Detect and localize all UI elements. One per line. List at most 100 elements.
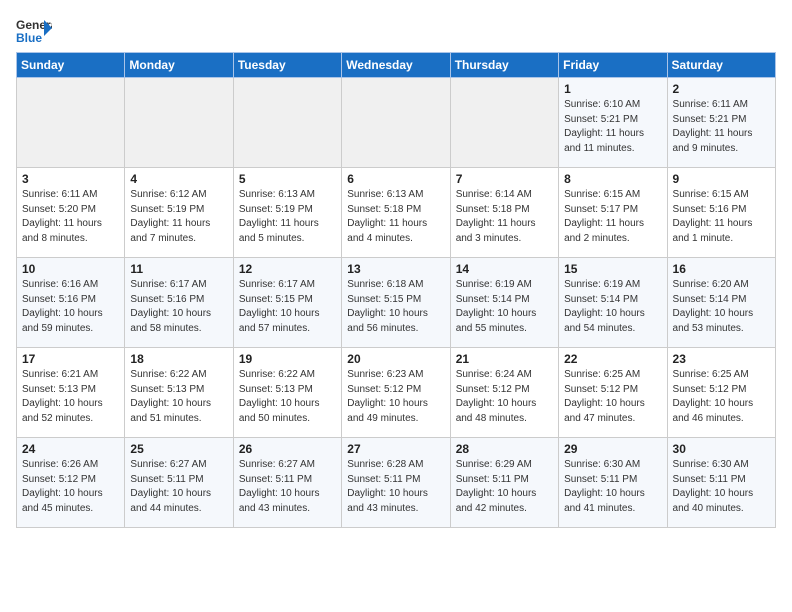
daylight-text: Daylight: 10 hours and 41 minutes. xyxy=(564,488,645,514)
daylight-text: Daylight: 11 hours and 11 minutes. xyxy=(564,128,644,154)
calendar-day-cell: 26 Sunrise: 6:27 AM Sunset: 5:11 PM Dayl… xyxy=(233,438,341,528)
weekday-header: Sunday xyxy=(17,53,125,78)
sunset-text: Sunset: 5:12 PM xyxy=(673,384,747,395)
daylight-text: Daylight: 11 hours and 4 minutes. xyxy=(347,218,427,244)
sunset-text: Sunset: 5:16 PM xyxy=(130,294,204,305)
day-info: Sunrise: 6:25 AM Sunset: 5:12 PM Dayligh… xyxy=(673,368,771,426)
day-number: 17 xyxy=(22,352,120,366)
day-number: 12 xyxy=(239,262,337,276)
sunset-text: Sunset: 5:15 PM xyxy=(347,294,421,305)
sunset-text: Sunset: 5:20 PM xyxy=(22,204,96,215)
calendar-day-cell: 7 Sunrise: 6:14 AM Sunset: 5:18 PM Dayli… xyxy=(450,168,558,258)
daylight-text: Daylight: 11 hours and 3 minutes. xyxy=(456,218,536,244)
day-info: Sunrise: 6:23 AM Sunset: 5:12 PM Dayligh… xyxy=(347,368,445,426)
day-number: 4 xyxy=(130,172,228,186)
calendar-day-cell: 30 Sunrise: 6:30 AM Sunset: 5:11 PM Dayl… xyxy=(667,438,775,528)
daylight-text: Daylight: 10 hours and 50 minutes. xyxy=(239,398,320,424)
sunrise-text: Sunrise: 6:19 AM xyxy=(564,279,640,290)
daylight-text: Daylight: 10 hours and 57 minutes. xyxy=(239,308,320,334)
sunset-text: Sunset: 5:13 PM xyxy=(22,384,96,395)
day-info: Sunrise: 6:15 AM Sunset: 5:16 PM Dayligh… xyxy=(673,188,771,246)
sunrise-text: Sunrise: 6:16 AM xyxy=(22,279,98,290)
sunrise-text: Sunrise: 6:25 AM xyxy=(564,369,640,380)
weekday-header: Friday xyxy=(559,53,667,78)
day-number: 26 xyxy=(239,442,337,456)
day-number: 5 xyxy=(239,172,337,186)
sunset-text: Sunset: 5:18 PM xyxy=(456,204,530,215)
sunrise-text: Sunrise: 6:27 AM xyxy=(130,459,206,470)
daylight-text: Daylight: 11 hours and 9 minutes. xyxy=(673,128,753,154)
day-info: Sunrise: 6:27 AM Sunset: 5:11 PM Dayligh… xyxy=(239,458,337,516)
day-number: 9 xyxy=(673,172,771,186)
calendar-day-cell: 24 Sunrise: 6:26 AM Sunset: 5:12 PM Dayl… xyxy=(17,438,125,528)
day-number: 22 xyxy=(564,352,662,366)
sunrise-text: Sunrise: 6:24 AM xyxy=(456,369,532,380)
daylight-text: Daylight: 10 hours and 52 minutes. xyxy=(22,398,103,424)
day-info: Sunrise: 6:11 AM Sunset: 5:20 PM Dayligh… xyxy=(22,188,120,246)
day-info: Sunrise: 6:30 AM Sunset: 5:11 PM Dayligh… xyxy=(564,458,662,516)
sunset-text: Sunset: 5:17 PM xyxy=(564,204,638,215)
day-info: Sunrise: 6:19 AM Sunset: 5:14 PM Dayligh… xyxy=(564,278,662,336)
daylight-text: Daylight: 11 hours and 1 minute. xyxy=(673,218,753,244)
daylight-text: Daylight: 10 hours and 53 minutes. xyxy=(673,308,754,334)
calendar-day-cell xyxy=(450,78,558,168)
calendar-day-cell: 13 Sunrise: 6:18 AM Sunset: 5:15 PM Dayl… xyxy=(342,258,450,348)
daylight-text: Daylight: 11 hours and 5 minutes. xyxy=(239,218,319,244)
sunset-text: Sunset: 5:11 PM xyxy=(673,474,746,485)
weekday-header-row: SundayMondayTuesdayWednesdayThursdayFrid… xyxy=(17,53,776,78)
weekday-header: Wednesday xyxy=(342,53,450,78)
sunrise-text: Sunrise: 6:25 AM xyxy=(673,369,749,380)
calendar-day-cell: 6 Sunrise: 6:13 AM Sunset: 5:18 PM Dayli… xyxy=(342,168,450,258)
day-number: 29 xyxy=(564,442,662,456)
calendar-day-cell: 11 Sunrise: 6:17 AM Sunset: 5:16 PM Dayl… xyxy=(125,258,233,348)
sunrise-text: Sunrise: 6:20 AM xyxy=(673,279,749,290)
calendar-day-cell: 19 Sunrise: 6:22 AM Sunset: 5:13 PM Dayl… xyxy=(233,348,341,438)
daylight-text: Daylight: 10 hours and 54 minutes. xyxy=(564,308,645,334)
logo: General Blue xyxy=(16,16,52,44)
day-info: Sunrise: 6:24 AM Sunset: 5:12 PM Dayligh… xyxy=(456,368,554,426)
sunset-text: Sunset: 5:15 PM xyxy=(239,294,313,305)
calendar-day-cell: 15 Sunrise: 6:19 AM Sunset: 5:14 PM Dayl… xyxy=(559,258,667,348)
sunrise-text: Sunrise: 6:11 AM xyxy=(22,189,97,200)
calendar-day-cell xyxy=(342,78,450,168)
daylight-text: Daylight: 11 hours and 2 minutes. xyxy=(564,218,644,244)
sunrise-text: Sunrise: 6:30 AM xyxy=(673,459,749,470)
sunset-text: Sunset: 5:11 PM xyxy=(239,474,312,485)
day-info: Sunrise: 6:26 AM Sunset: 5:12 PM Dayligh… xyxy=(22,458,120,516)
day-number: 7 xyxy=(456,172,554,186)
calendar-day-cell: 2 Sunrise: 6:11 AM Sunset: 5:21 PM Dayli… xyxy=(667,78,775,168)
day-info: Sunrise: 6:20 AM Sunset: 5:14 PM Dayligh… xyxy=(673,278,771,336)
calendar-week-row: 3 Sunrise: 6:11 AM Sunset: 5:20 PM Dayli… xyxy=(17,168,776,258)
sunrise-text: Sunrise: 6:28 AM xyxy=(347,459,423,470)
sunset-text: Sunset: 5:12 PM xyxy=(22,474,96,485)
sunset-text: Sunset: 5:12 PM xyxy=(347,384,421,395)
day-number: 2 xyxy=(673,82,771,96)
calendar-day-cell: 8 Sunrise: 6:15 AM Sunset: 5:17 PM Dayli… xyxy=(559,168,667,258)
daylight-text: Daylight: 11 hours and 7 minutes. xyxy=(130,218,210,244)
calendar-day-cell: 20 Sunrise: 6:23 AM Sunset: 5:12 PM Dayl… xyxy=(342,348,450,438)
day-info: Sunrise: 6:21 AM Sunset: 5:13 PM Dayligh… xyxy=(22,368,120,426)
day-info: Sunrise: 6:13 AM Sunset: 5:19 PM Dayligh… xyxy=(239,188,337,246)
day-number: 3 xyxy=(22,172,120,186)
daylight-text: Daylight: 10 hours and 47 minutes. xyxy=(564,398,645,424)
sunrise-text: Sunrise: 6:13 AM xyxy=(239,189,315,200)
day-info: Sunrise: 6:10 AM Sunset: 5:21 PM Dayligh… xyxy=(564,98,662,156)
sunset-text: Sunset: 5:16 PM xyxy=(22,294,96,305)
sunset-text: Sunset: 5:11 PM xyxy=(347,474,420,485)
sunset-text: Sunset: 5:11 PM xyxy=(130,474,203,485)
calendar-day-cell: 3 Sunrise: 6:11 AM Sunset: 5:20 PM Dayli… xyxy=(17,168,125,258)
sunrise-text: Sunrise: 6:30 AM xyxy=(564,459,640,470)
sunrise-text: Sunrise: 6:26 AM xyxy=(22,459,98,470)
day-info: Sunrise: 6:17 AM Sunset: 5:16 PM Dayligh… xyxy=(130,278,228,336)
day-number: 20 xyxy=(347,352,445,366)
calendar-day-cell xyxy=(125,78,233,168)
calendar-week-row: 17 Sunrise: 6:21 AM Sunset: 5:13 PM Dayl… xyxy=(17,348,776,438)
daylight-text: Daylight: 10 hours and 44 minutes. xyxy=(130,488,211,514)
sunset-text: Sunset: 5:21 PM xyxy=(564,114,638,125)
sunrise-text: Sunrise: 6:13 AM xyxy=(347,189,423,200)
day-info: Sunrise: 6:17 AM Sunset: 5:15 PM Dayligh… xyxy=(239,278,337,336)
sunrise-text: Sunrise: 6:23 AM xyxy=(347,369,423,380)
daylight-text: Daylight: 10 hours and 48 minutes. xyxy=(456,398,537,424)
day-number: 10 xyxy=(22,262,120,276)
calendar-day-cell: 21 Sunrise: 6:24 AM Sunset: 5:12 PM Dayl… xyxy=(450,348,558,438)
